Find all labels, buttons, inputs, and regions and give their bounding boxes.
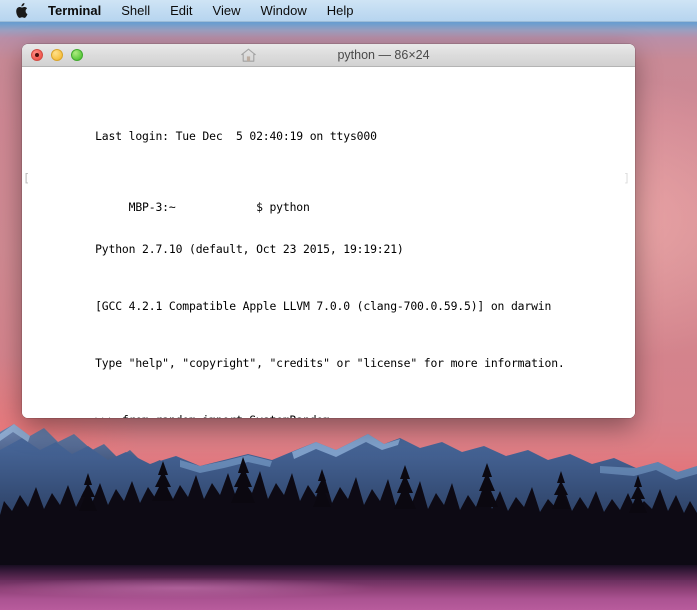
- traffic-light-group: [22, 49, 83, 61]
- menu-bar: Terminal Shell Edit View Window Help: [0, 0, 697, 22]
- home-icon: [240, 47, 257, 64]
- terminal-line-text: Type "help", "copyright", "credits" or "…: [95, 356, 565, 370]
- window-titlebar[interactable]: python — 86×24: [22, 44, 635, 67]
- terminal-content-area[interactable]: Last login: Tue Dec 5 02:40:19 on ttys00…: [22, 67, 635, 418]
- terminal-line-text: [GCC 4.2.1 Compatible Apple LLVM 7.0.0 (…: [95, 299, 552, 314]
- menu-item-shell[interactable]: Shell: [111, 0, 160, 22]
- menu-item-help[interactable]: Help: [317, 0, 364, 22]
- terminal-line: Type "help", "copyright", "credits" or "…: [28, 342, 629, 370]
- terminal-text: Last login: Tue Dec 5 02:40:19 on ttys00…: [23, 72, 630, 418]
- prompt-mark-end-icon: ]: [623, 171, 630, 186]
- terminal-line-text: Last login: Tue Dec 5 02:40:19 on ttys00…: [95, 128, 377, 143]
- menu-item-window[interactable]: Window: [251, 0, 317, 22]
- desktop-screen: Terminal Shell Edit View Window Help pyt…: [0, 0, 697, 610]
- terminal-line-text: >>> from random import SystemRandom: [95, 413, 330, 418]
- terminal-line-text: Python 2.7.10 (default, Oct 23 2015, 19:…: [95, 242, 404, 257]
- menu-item-view[interactable]: View: [203, 0, 251, 22]
- forest-silhouette: [0, 455, 697, 580]
- window-title: python — 86×24: [337, 47, 430, 62]
- apple-logo-icon[interactable]: [10, 3, 32, 18]
- water-reflection: [0, 578, 697, 598]
- zoom-button[interactable]: [71, 49, 83, 61]
- terminal-line: [GCC 4.2.1 Compatible Apple LLVM 7.0.0 (…: [28, 285, 629, 313]
- menu-item-terminal[interactable]: Terminal: [38, 0, 111, 22]
- terminal-line: [ MBP-3:~ $ python ]: [23, 171, 630, 213]
- minimize-button[interactable]: [51, 49, 63, 61]
- menu-item-edit[interactable]: Edit: [160, 0, 202, 22]
- terminal-line-text: MBP-3:~ $ python: [95, 199, 310, 214]
- terminal-line: >>> from random import SystemRandom: [28, 399, 629, 418]
- terminal-line: Last login: Tue Dec 5 02:40:19 on ttys00…: [28, 115, 629, 143]
- close-button[interactable]: [31, 49, 43, 61]
- terminal-line: Python 2.7.10 (default, Oct 23 2015, 19:…: [28, 228, 629, 256]
- prompt-mark-icon: [: [23, 171, 30, 186]
- terminal-window: python — 86×24 Last login: Tue Dec 5 02:…: [22, 44, 635, 418]
